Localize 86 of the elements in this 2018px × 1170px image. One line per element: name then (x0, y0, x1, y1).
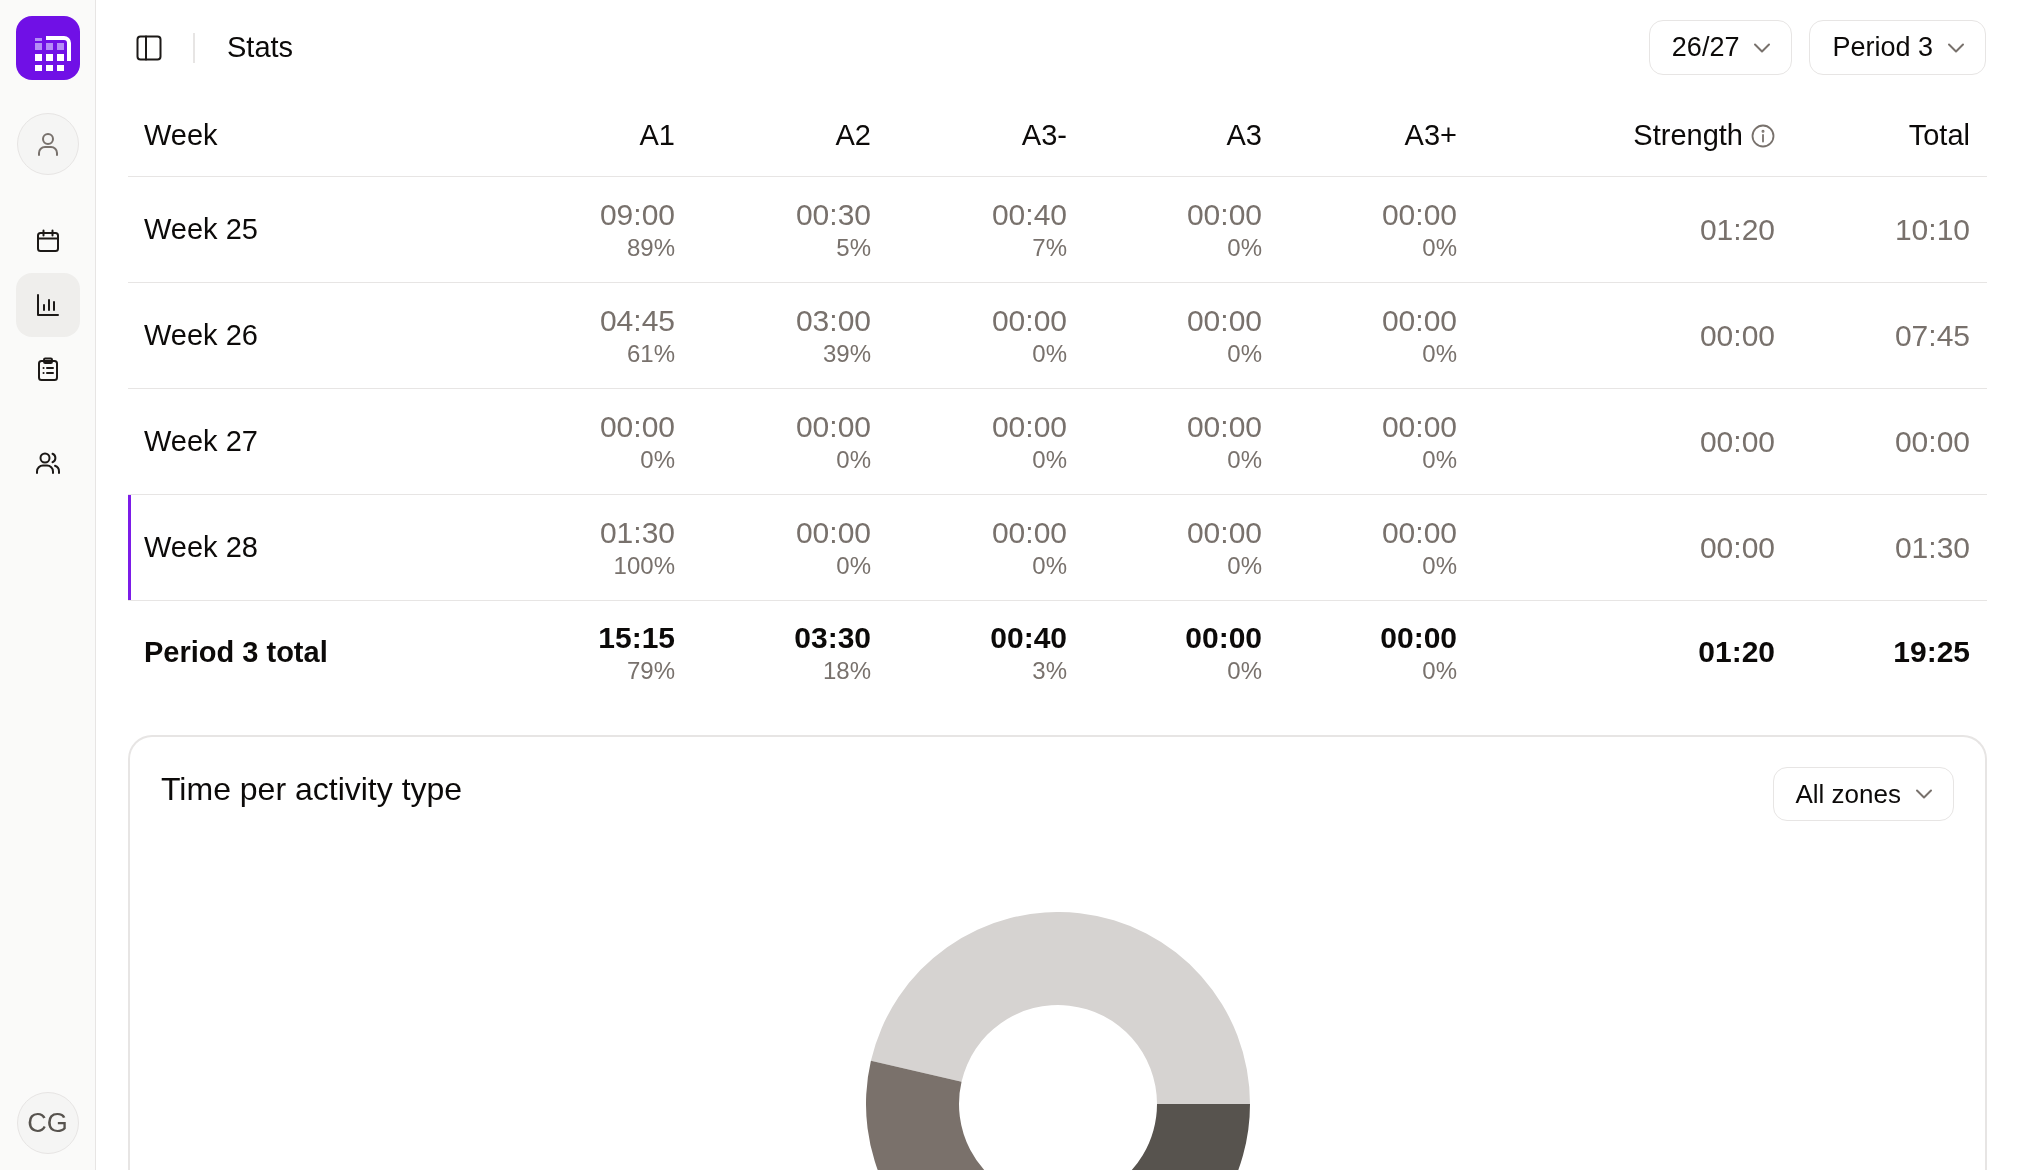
duration-text: 00:00 (1381, 303, 1457, 339)
duration-text: 00:00 (1381, 409, 1457, 445)
column-header: Week (144, 119, 218, 152)
duration-text: 00:40 (990, 619, 1067, 656)
nav-button[interactable] (15, 273, 80, 337)
percentage-text: 5% (836, 233, 871, 262)
percentage-text: 0% (836, 445, 871, 474)
duration-text: 00:00 (991, 303, 1067, 339)
duration-text: 00:00 (1381, 515, 1457, 551)
duration-text: 00:00 (1186, 197, 1262, 233)
percentage-text: 0% (1422, 339, 1457, 368)
user-avatar[interactable]: CG (16, 1092, 79, 1154)
duration-text: 00:00 (795, 409, 871, 445)
percentage-text: 0% (1227, 445, 1262, 474)
sidebar-toggle-icon[interactable] (136, 34, 162, 61)
dropdown-button[interactable]: Period 3 (1809, 20, 1986, 75)
percentage-text: 39% (822, 339, 871, 368)
duration-text: 00:00 (1699, 529, 1775, 566)
percentage-text: 0% (1422, 445, 1457, 474)
percentage-text: 3% (1032, 655, 1067, 685)
duration-text: 00:00 (991, 409, 1067, 445)
duration-text: 07:45 (1894, 317, 1970, 354)
duration-text: 00:30 (795, 197, 871, 233)
chevron-down-icon (1753, 42, 1772, 53)
percentage-text: 0% (1227, 233, 1262, 262)
dropdown-button[interactable]: All zones (1772, 767, 1954, 821)
column-header: A2 (835, 119, 871, 152)
week-label: Week 27 (144, 425, 258, 458)
duration-text: 00:00 (1894, 423, 1970, 460)
duration-text: 09:00 (599, 197, 675, 233)
percentage-text: 0% (1422, 551, 1457, 580)
percentage-text: 0% (1032, 339, 1067, 368)
duration-text: 10:10 (1894, 211, 1970, 248)
percentage-text: 0% (1032, 551, 1067, 580)
duration-text: 15:15 (598, 619, 675, 656)
percentage-text: 0% (640, 445, 675, 474)
duration-text: 03:30 (794, 619, 871, 656)
info-icon[interactable] (1751, 123, 1775, 148)
duration-text: 04:45 (599, 303, 675, 339)
duration-text: 01:30 (1894, 529, 1970, 566)
logo-icon (15, 16, 80, 80)
column-header: A1 (639, 119, 675, 152)
duration-text: 00:00 (1185, 619, 1262, 656)
duration-text: 00:00 (795, 515, 871, 551)
percentage-text: 100% (613, 551, 675, 580)
column-header: A3+ (1404, 119, 1457, 152)
duration-text: 00:00 (1381, 197, 1457, 233)
week-label: Week 25 (144, 213, 258, 246)
total-label: Period 3 total (144, 635, 328, 669)
duration-text: 00:00 (599, 409, 675, 445)
percentage-text: 61% (626, 339, 675, 368)
dropdown-button[interactable]: 26/27 (1648, 20, 1793, 75)
percentage-text: 18% (822, 655, 871, 685)
column-header: A3 (1226, 119, 1262, 152)
percentage-text: 0% (836, 551, 871, 580)
duration-text: 00:00 (1699, 423, 1775, 460)
percentage-text: 0% (1227, 339, 1262, 368)
percentage-text: 0% (1422, 655, 1457, 685)
card-title: Time per activity type (161, 770, 463, 809)
percentage-text: 0% (1422, 233, 1457, 262)
week-label: Week 26 (144, 319, 258, 352)
percentage-text: 0% (1032, 445, 1067, 474)
percentage-text: 89% (626, 233, 675, 262)
duration-text: 19:25 (1893, 634, 1970, 670)
chevron-down-icon (1915, 789, 1933, 799)
week-label: Week 28 (144, 531, 258, 564)
duration-text: 00:00 (1699, 317, 1775, 354)
percentage-text: 7% (1032, 233, 1067, 262)
duration-text: 00:00 (1186, 515, 1262, 551)
duration-text: 00:40 (991, 197, 1067, 233)
percentage-text: 79% (626, 655, 675, 685)
duration-text: 00:00 (1186, 409, 1262, 445)
duration-text: 00:00 (1186, 303, 1262, 339)
chevron-down-icon (1947, 42, 1965, 53)
percentage-text: 0% (1227, 551, 1262, 580)
duration-text: 01:30 (599, 515, 675, 551)
percentage-text: 0% (1227, 655, 1262, 685)
column-header: Strength (1633, 119, 1743, 152)
page-title: Stats (227, 31, 294, 64)
column-header: A3- (1021, 119, 1067, 152)
duration-text: 00:00 (1380, 619, 1457, 656)
duration-text: 00:00 (991, 515, 1067, 551)
duration-text: 01:20 (1699, 211, 1775, 248)
duration-text: 03:00 (795, 303, 871, 339)
duration-text: 01:20 (1698, 634, 1775, 670)
column-header: Total (1908, 119, 1970, 152)
